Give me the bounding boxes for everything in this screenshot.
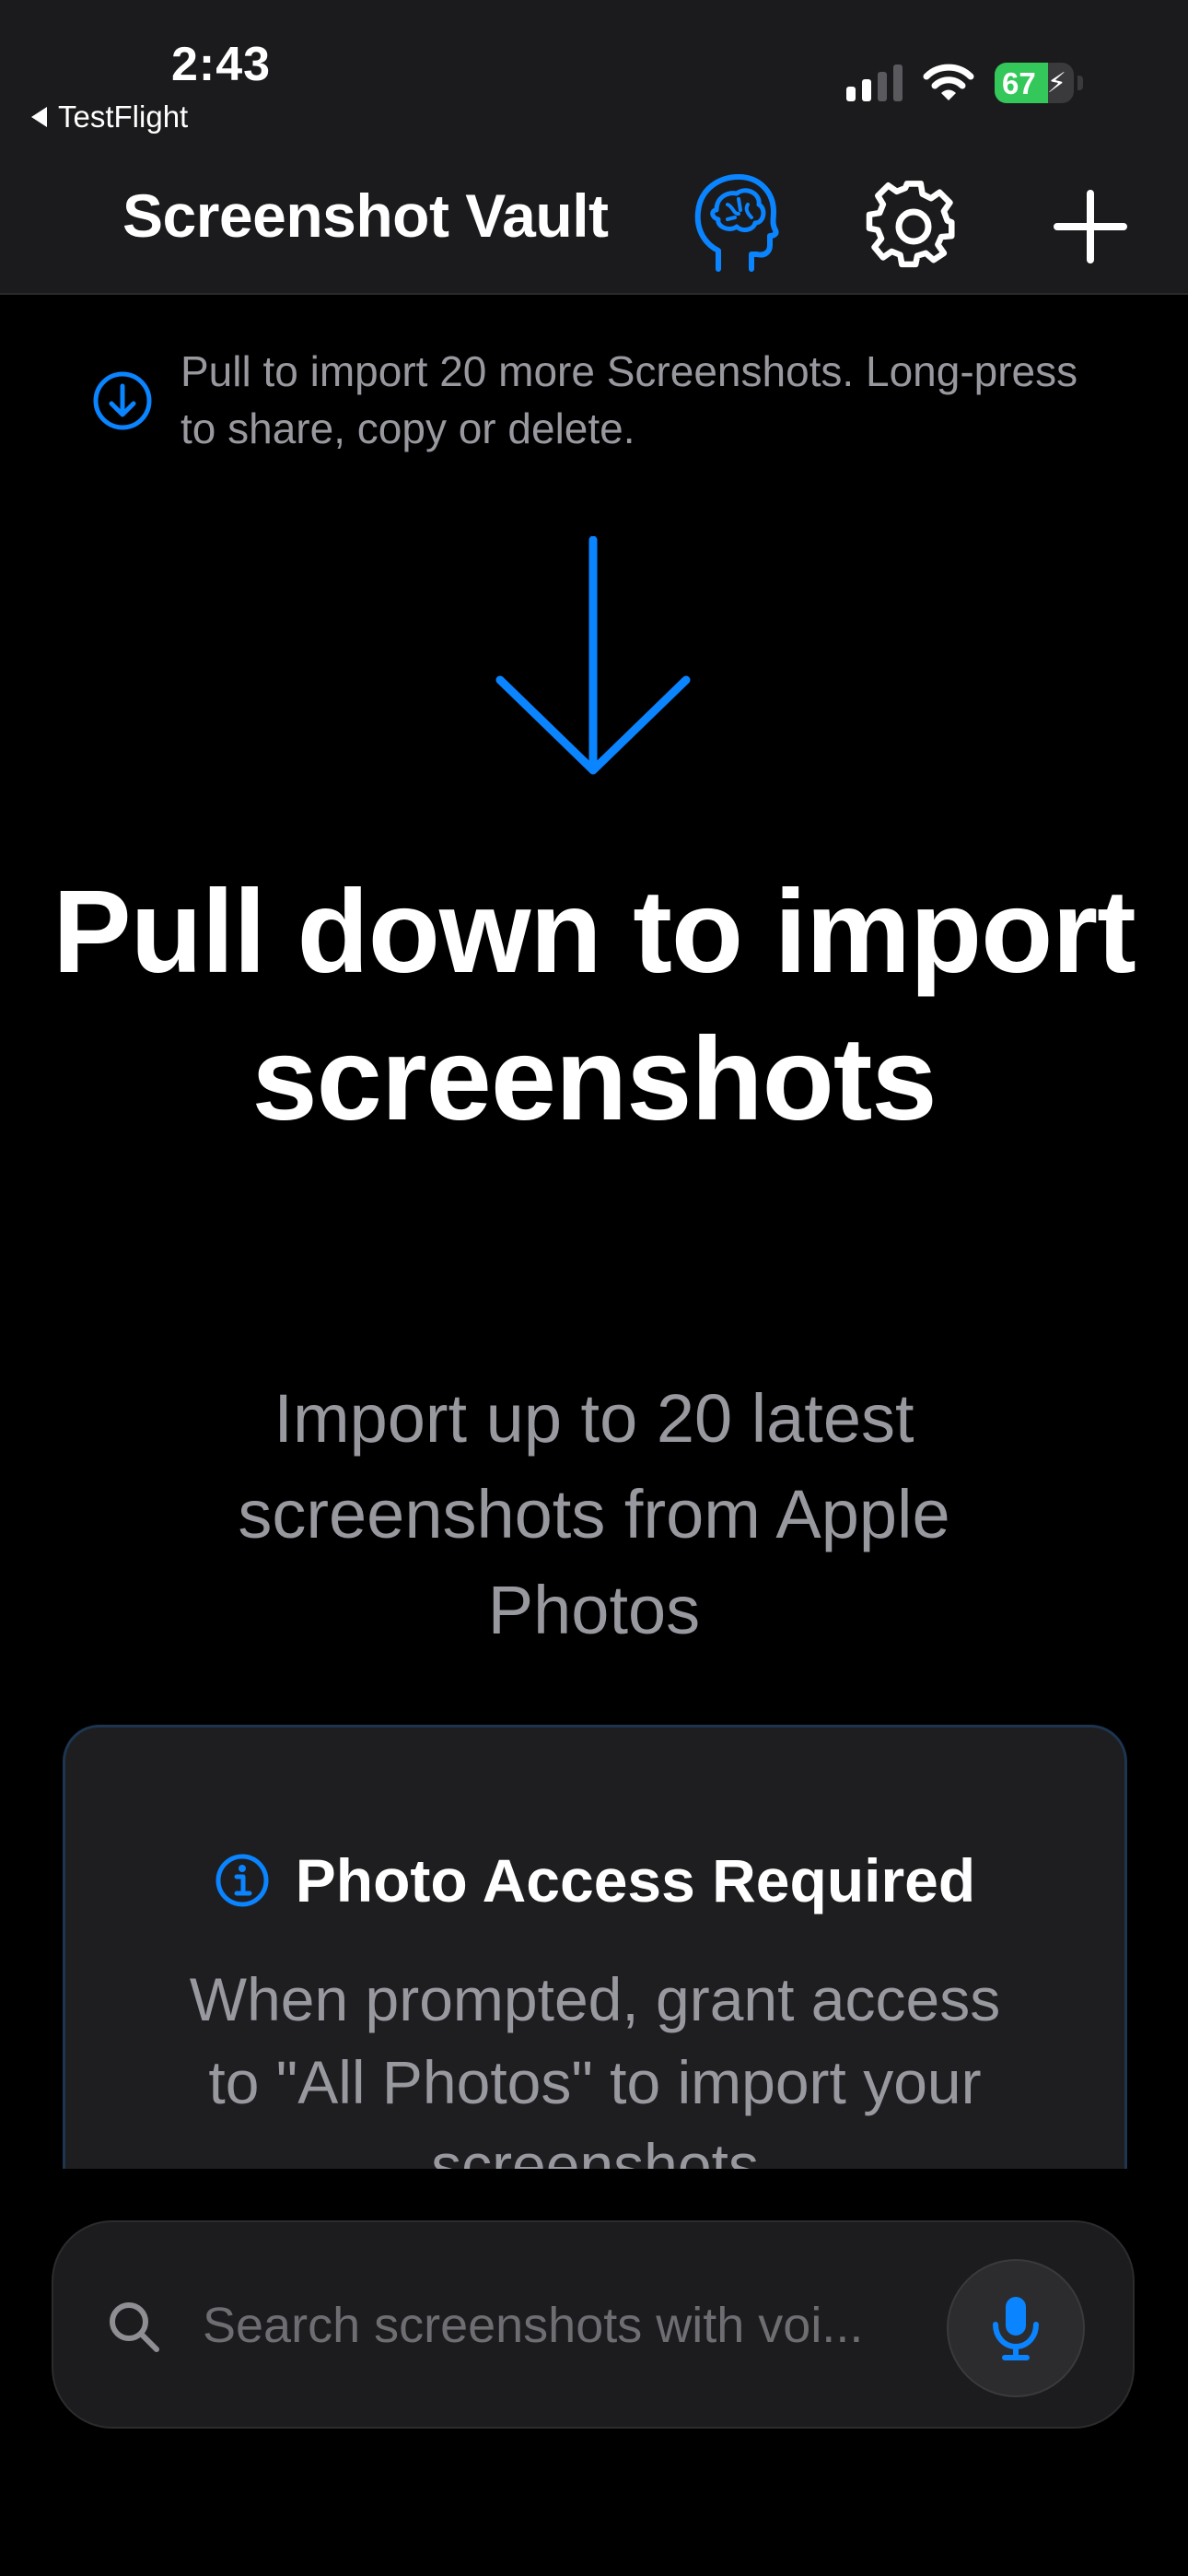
plus-icon [1054,190,1127,263]
photo-access-card-viewport: Photo Access Required When prompted, gra… [63,1725,1127,2169]
arrow-down-circle-icon [93,371,152,430]
top-bar: 2:43 TestFlight 67 ⚡ Screenshot Vault [0,0,1188,295]
wifi-icon [923,64,974,100]
cellular-signal-icon [846,64,903,101]
arrow-down-icon [495,536,691,775]
status-indicators: 67 ⚡ [846,63,1083,103]
back-to-app-button[interactable]: TestFlight [31,100,188,135]
voice-search-button[interactable] [947,2259,1085,2397]
card-header: Photo Access Required [65,1845,1124,1915]
brain-head-icon [694,174,779,272]
app-title: Screenshot Vault [122,181,609,250]
battery-icon: 67 ⚡ [995,63,1074,103]
photo-access-card: Photo Access Required When prompted, gra… [63,1725,1127,2169]
search-input[interactable] [203,2287,967,2364]
battery-level: 67 [1002,66,1036,100]
card-body-text: When prompted, grant access to "All Phot… [189,1965,1001,2169]
search-icon [110,2302,159,2352]
add-button[interactable] [1046,179,1135,275]
settings-button[interactable] [862,179,965,275]
empty-state-subtitle: Import up to 20 latest screenshots from … [238,1380,950,1648]
back-triangle-icon [31,107,47,127]
gear-icon [866,181,955,268]
brain-ai-button[interactable] [689,171,781,275]
card-title: Photo Access Required [295,1846,976,1914]
empty-state-headline: Pull down to import screenshots [52,866,1136,1145]
charging-bolt-icon: ⚡ [1046,68,1066,99]
microphone-icon [993,2297,1039,2360]
import-hint: Pull to import 20 more Screenshots. Long… [92,343,1124,457]
hint-text: Pull to import 20 more Screenshots. Long… [181,347,1078,452]
search-bar[interactable] [52,2220,1135,2429]
info-circle-icon [215,1854,269,1907]
back-app-label: TestFlight [58,100,189,134]
status-time: 2:43 [171,38,272,91]
